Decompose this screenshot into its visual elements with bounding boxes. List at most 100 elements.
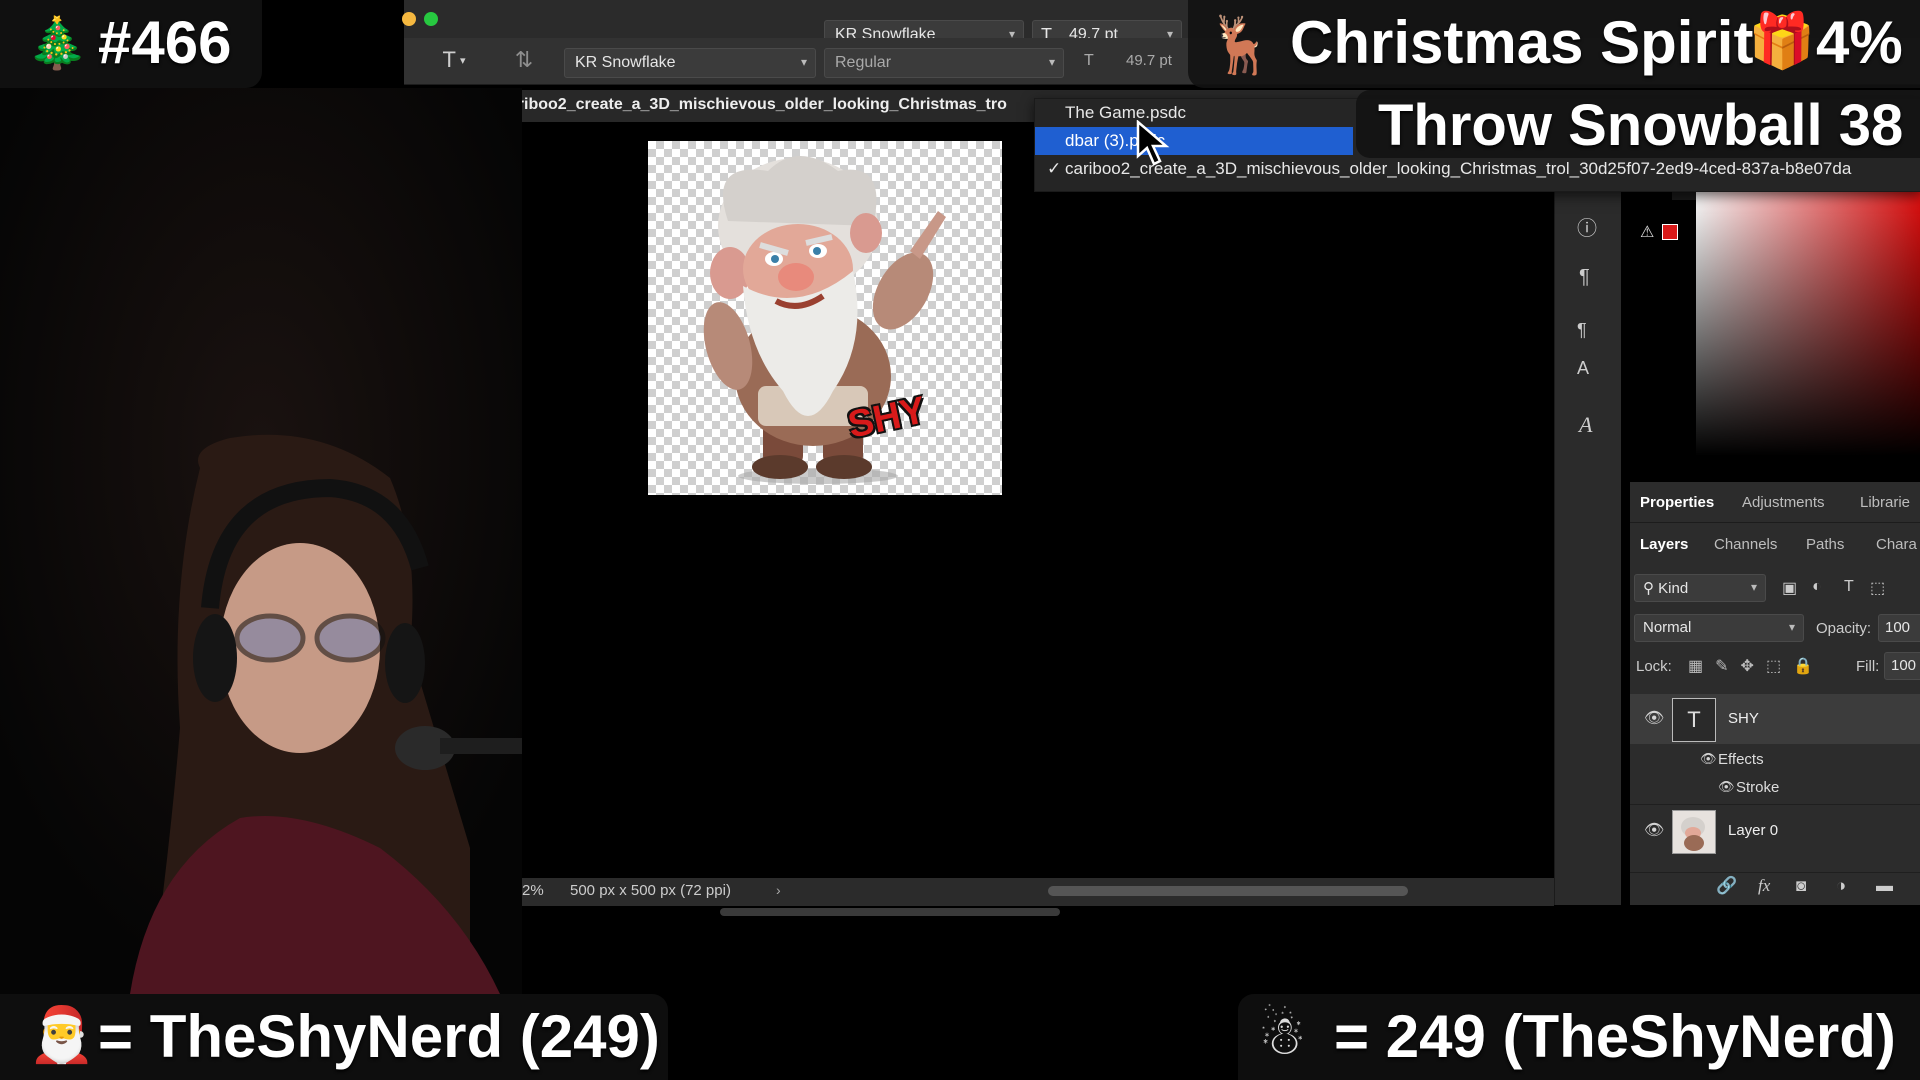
color-field[interactable] bbox=[1696, 190, 1920, 456]
lock-transparency-icon: ▦ bbox=[1688, 658, 1716, 675]
font-family-value: KR Snowflake bbox=[575, 54, 676, 71]
fill-label: Fill: bbox=[1856, 658, 1880, 675]
eye-icon[interactable]: 👁 bbox=[1700, 751, 1717, 767]
opacity-input[interactable]: 100 bbox=[1878, 614, 1920, 642]
type-tool-preset-button[interactable]: T ▾ bbox=[434, 42, 474, 78]
font-style-dropdown[interactable]: Regular ▾ bbox=[824, 48, 1064, 78]
layer-effects-row[interactable]: 👁 Effects bbox=[1630, 746, 1920, 774]
streamer-silhouette bbox=[0, 88, 522, 994]
zoom-window-button[interactable] bbox=[424, 12, 438, 26]
stream-number: #466 bbox=[98, 9, 232, 76]
character-styles-icon[interactable]: A bbox=[1577, 358, 1589, 379]
eye-icon[interactable]: 👁 bbox=[1644, 820, 1664, 840]
fill-value: 100 bbox=[1891, 657, 1917, 674]
lock-label: Lock: bbox=[1636, 658, 1672, 675]
fx-icon[interactable]: fx bbox=[1758, 876, 1770, 896]
warning-icon: ⚠ bbox=[1640, 224, 1655, 241]
opacity-value: 100 bbox=[1885, 619, 1911, 636]
paragraph-styles-icon[interactable]: ¶ bbox=[1577, 320, 1587, 341]
layer-name: Layer 0 bbox=[1728, 822, 1779, 839]
link-layers-icon[interactable]: 🔗 bbox=[1716, 876, 1737, 896]
image-layer-thumbnail bbox=[1672, 810, 1716, 854]
layer-stroke-row[interactable]: 👁 Stroke bbox=[1630, 774, 1920, 802]
layers-panel: Properties Adjustments Librarie Layers C… bbox=[1630, 482, 1920, 905]
layer-row-shy[interactable]: 👁 T SHY bbox=[1630, 694, 1920, 744]
paragraph-icon[interactable]: ¶ bbox=[1579, 266, 1590, 289]
chevron-down-icon: ▾ bbox=[1788, 620, 1795, 634]
blend-mode-value: Normal bbox=[1643, 619, 1692, 636]
tab-channels[interactable]: Channels bbox=[1714, 536, 1777, 553]
snowman-icon: ☃ bbox=[1258, 1006, 1307, 1066]
stroke-label: Stroke bbox=[1736, 779, 1780, 796]
chevron-down-icon: ▾ bbox=[800, 55, 807, 69]
divider bbox=[1630, 804, 1920, 805]
eye-icon[interactable]: 👁 bbox=[1644, 708, 1664, 728]
gnome-thumbnail-icon bbox=[1681, 817, 1705, 851]
stream-number-overlay: 🎄 #466 bbox=[0, 0, 262, 88]
font-family-dropdown[interactable]: KR Snowflake ▾ bbox=[564, 48, 816, 78]
bottom-left-counter: 🎅 = TheShyNerd (249) bbox=[0, 994, 668, 1080]
add-mask-icon[interactable]: ◙ bbox=[1796, 876, 1806, 896]
christmas-tree-icon: 🎄 bbox=[26, 15, 89, 71]
horizontal-scrollbar[interactable] bbox=[1048, 886, 1408, 896]
image-filter-icon[interactable]: ▣ bbox=[1782, 578, 1797, 598]
bottom-scrollbar[interactable] bbox=[720, 908, 1060, 916]
opacity-label: Opacity: bbox=[1816, 620, 1872, 637]
font-size-icon: T bbox=[1084, 52, 1094, 69]
font-size-value[interactable]: 49.7 pt bbox=[1126, 52, 1172, 69]
lock-position-icon: ✥ bbox=[1740, 658, 1766, 675]
eye-icon[interactable]: 👁 bbox=[1718, 779, 1735, 795]
gnome-artwork bbox=[703, 156, 946, 484]
fill-input[interactable]: 100 bbox=[1884, 652, 1920, 680]
search-icon: ⚲ bbox=[1643, 580, 1654, 597]
glyphs-icon[interactable]: A bbox=[1579, 412, 1592, 438]
lock-options[interactable]: ▦✎✥⬚🔒 bbox=[1688, 656, 1825, 676]
text-orientation-button[interactable]: ⇅ bbox=[504, 42, 544, 78]
tab-paths[interactable]: Paths bbox=[1806, 536, 1844, 553]
christmas-spirit-label: Christmas Spirit bbox=[1290, 9, 1754, 76]
christmas-spirit-percent: 4% bbox=[1816, 9, 1903, 76]
layer-filter-dropdown[interactable]: ⚲ Kind ▾ bbox=[1634, 574, 1766, 602]
chevron-down-icon: ▾ bbox=[459, 54, 466, 67]
divider bbox=[1630, 872, 1920, 873]
document-tab-title[interactable]: cariboo2_create_a_3D_mischievous_older_l… bbox=[500, 96, 1007, 114]
adjustment-layer-icon[interactable]: ◑ bbox=[1836, 876, 1846, 896]
shape-filter-icon[interactable]: ⬚ bbox=[1870, 578, 1885, 598]
chevron-right-icon[interactable]: › bbox=[776, 882, 781, 898]
foreground-color-swatch[interactable] bbox=[1662, 224, 1678, 240]
bottom-right-counter: ☃ = 249 (TheShyNerd) bbox=[1238, 994, 1920, 1080]
tab-libraries[interactable]: Librarie bbox=[1860, 494, 1910, 511]
zoom-level[interactable]: 2% bbox=[522, 882, 544, 899]
filter-kind-value: Kind bbox=[1658, 580, 1689, 597]
type-icon: T bbox=[442, 47, 456, 72]
document-canvas[interactable]: SHY bbox=[648, 141, 1002, 495]
minimize-window-button[interactable] bbox=[402, 12, 416, 26]
info-icon[interactable]: ⓘ bbox=[1577, 212, 1597, 241]
tab-layers[interactable]: Layers bbox=[1640, 536, 1688, 553]
throw-snowball-label: Throw Snowball 38 bbox=[1378, 93, 1904, 158]
top-right-overlay: 🦌 Christmas Spirit 🎁 4% Throw Snowball 3… bbox=[1188, 0, 1920, 190]
adjustment-filter-icon[interactable]: ◐ bbox=[1812, 578, 1822, 596]
blend-mode-dropdown[interactable]: Normal ▾ bbox=[1634, 614, 1804, 642]
folder-icon[interactable]: ▬ bbox=[1876, 876, 1893, 896]
type-filter-icon[interactable]: T bbox=[1844, 578, 1854, 596]
canvas-area[interactable] bbox=[470, 124, 1554, 878]
lock-brush-icon: ✎ bbox=[1715, 658, 1741, 675]
font-style-value: Regular bbox=[835, 54, 892, 71]
divider bbox=[1630, 522, 1920, 523]
layer-row-layer0[interactable]: 👁 Layer 0 bbox=[1630, 806, 1920, 856]
santa-face-icon: 🎅 bbox=[28, 1005, 96, 1065]
checkmark-icon: ✓ bbox=[1047, 159, 1062, 178]
lock-artboard-icon: ⬚ bbox=[1765, 658, 1794, 675]
webcam-feed bbox=[0, 88, 522, 994]
status-bar: 2% 500 px x 500 px (72 ppi) › bbox=[470, 878, 1554, 906]
panel-icon-strip: ⓘ ¶ ¶ A A bbox=[1554, 190, 1621, 905]
tab-properties[interactable]: Properties bbox=[1640, 494, 1714, 511]
reindeer-icon: 🦌 bbox=[1206, 13, 1276, 76]
effects-label: Effects bbox=[1718, 751, 1764, 768]
left-counter-text: = TheShyNerd (249) bbox=[98, 1003, 660, 1070]
layer-name: SHY bbox=[1728, 710, 1759, 727]
lock-all-icon: 🔒 bbox=[1793, 658, 1825, 675]
tab-character[interactable]: Chara bbox=[1876, 536, 1917, 553]
tab-adjustments[interactable]: Adjustments bbox=[1742, 494, 1825, 511]
